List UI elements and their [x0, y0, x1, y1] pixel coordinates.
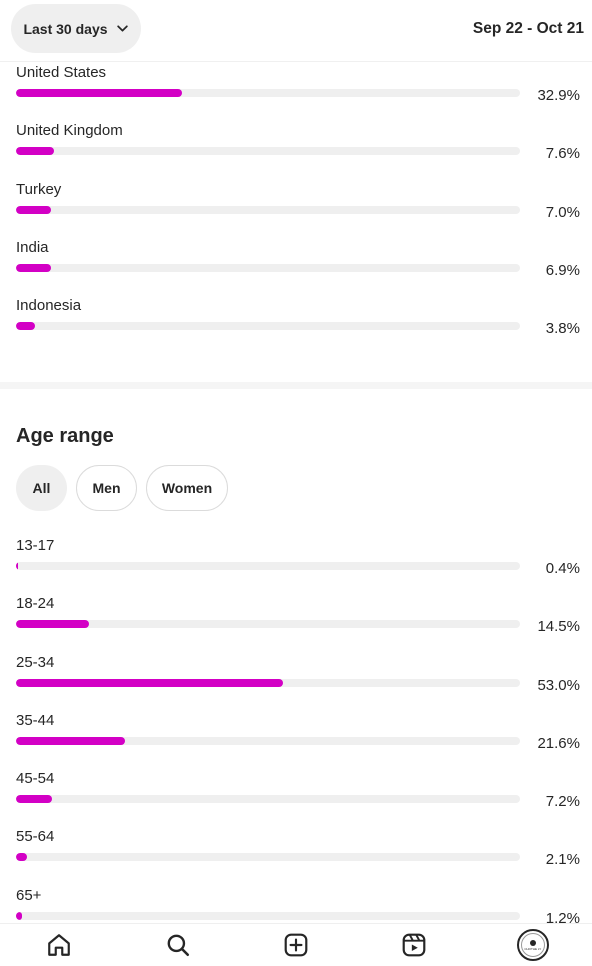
age-label: 18-24 — [16, 595, 55, 612]
age-label: 13-17 — [16, 537, 55, 554]
percent-value: 32.9% — [537, 87, 580, 104]
bar-track — [16, 620, 520, 628]
bar-track — [16, 206, 520, 214]
create-icon — [284, 933, 308, 957]
bar-fill — [16, 679, 284, 687]
list-item: United Kingdom 7.6% — [16, 122, 582, 172]
bar-track — [16, 795, 520, 803]
list-item: 25-34 53.0% — [16, 654, 582, 704]
bar-track — [16, 562, 520, 570]
top-bar: Last 30 days Sep 22 - Oct 21 — [0, 0, 592, 62]
percent-value: 6.9% — [545, 262, 580, 279]
avatar-mark — [529, 939, 536, 946]
country-label: Indonesia — [16, 297, 82, 314]
list-item: India 6.9% — [16, 239, 582, 289]
list-item: 55-64 2.1% — [16, 828, 582, 878]
reels-icon — [403, 933, 426, 957]
list-item: 35-44 21.6% — [16, 712, 582, 762]
list-item: 45-54 7.2% — [16, 770, 582, 820]
percent-value: 7.2% — [545, 793, 580, 810]
list-item: 18-24 14.5% — [16, 595, 582, 645]
section-divider — [0, 382, 592, 389]
bar-fill — [16, 912, 23, 920]
date-range-text: Sep 22 - Oct 21 — [472, 20, 584, 37]
nav-reels[interactable] — [355, 924, 473, 966]
age-label: 35-44 — [16, 712, 55, 729]
bar-track — [16, 853, 520, 861]
bar-fill — [16, 795, 53, 803]
percent-value: 14.5% — [537, 618, 580, 635]
filter-chip-all[interactable]: All — [16, 465, 67, 511]
age-label: 45-54 — [16, 770, 55, 787]
avatar-text: CHOTHE LY — [524, 946, 542, 951]
date-range-dropdown[interactable]: Last 30 days — [11, 4, 141, 53]
nav-create[interactable] — [237, 924, 355, 966]
bar-fill — [16, 620, 90, 628]
bar-track — [16, 322, 520, 330]
percent-value: 7.6% — [545, 145, 580, 162]
avatar-logo: CHOTHE LY — [520, 933, 545, 957]
country-label: Turkey — [16, 181, 62, 198]
age-label: 25-34 — [16, 654, 55, 671]
age-label: 65+ — [16, 887, 42, 904]
percent-value: 2.1% — [545, 851, 580, 868]
percent-value: 0.4% — [545, 560, 580, 577]
list-item: Indonesia 3.8% — [16, 297, 582, 347]
bar-track — [16, 147, 520, 155]
percent-value: 3.8% — [545, 320, 580, 337]
bar-fill — [16, 562, 19, 570]
bar-track — [16, 264, 520, 272]
bar-fill — [16, 264, 51, 272]
section-title: Age range — [16, 425, 114, 447]
filter-chip-women[interactable]: Women — [146, 465, 228, 511]
nav-search[interactable] — [118, 924, 236, 966]
age-label: 55-64 — [16, 828, 55, 845]
bar-track — [16, 679, 520, 687]
bottom-navigation: CHOTHE LY — [0, 923, 592, 966]
country-label: India — [16, 239, 49, 256]
list-item: 13-17 0.4% — [16, 537, 582, 587]
bar-fill — [16, 322, 36, 330]
percent-value: 21.6% — [537, 735, 580, 752]
list-item: United States 32.9% — [16, 64, 582, 114]
chevron-down-icon — [116, 25, 128, 32]
bar-fill — [16, 147, 55, 155]
bar-track — [16, 912, 520, 920]
country-label: United Kingdom — [16, 122, 123, 139]
bar-fill — [16, 206, 52, 214]
list-item: Turkey 7.0% — [16, 181, 582, 231]
profile-avatar: CHOTHE LY — [516, 929, 549, 961]
filter-chip-men[interactable]: Men — [76, 465, 137, 511]
nav-profile[interactable]: CHOTHE LY — [474, 924, 592, 966]
nav-home[interactable] — [0, 924, 118, 966]
home-icon — [48, 934, 71, 956]
percent-value: 7.0% — [545, 204, 580, 221]
bar-fill — [16, 853, 27, 861]
range-label: Last 30 days — [23, 20, 108, 37]
bar-fill — [16, 89, 182, 97]
bar-track — [16, 89, 520, 97]
search-icon — [167, 934, 189, 957]
bar-track — [16, 737, 520, 745]
country-label: United States — [16, 64, 107, 81]
bar-fill — [16, 737, 125, 745]
percent-value: 53.0% — [537, 677, 580, 694]
